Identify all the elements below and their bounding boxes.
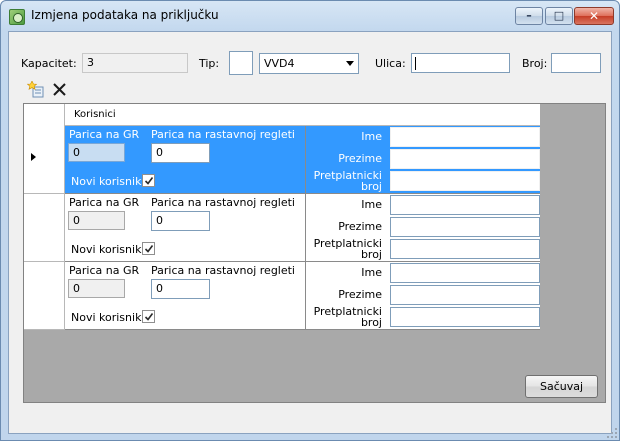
parica-rast-input[interactable]: 0 [151,211,210,231]
parica-panel: Parica na GR 0 Parica na rastavnoj regle… [65,194,305,261]
pretplatnicki-broj-input[interactable] [390,171,540,191]
novi-korisnik-label: Novi korisnik [71,175,142,188]
tip-color-box[interactable] [229,51,253,75]
parica-panel: Parica na GR 0 Parica na rastavnoj regle… [65,262,305,329]
row-header[interactable] [24,194,65,262]
table-row[interactable]: Parica na GR 0 Parica na rastavnoj regle… [24,262,540,330]
tip-label: Tip: [199,57,220,70]
parica-gr-label: Parica na GR [69,264,140,277]
prezime-label: Prezime [338,288,382,301]
prezime-label: Prezime [338,152,382,165]
ime-label: Ime [361,266,382,279]
save-button[interactable]: Sačuvaj [525,375,598,398]
korisnik-details-panel: Ime Prezime Pretplatnicki broj [305,126,540,193]
novi-korisnik-label: Novi korisnik [71,243,142,256]
parica-gr-label: Parica na GR [69,128,140,141]
broj-label: Broj: [522,57,548,70]
korisnik-details-panel: Ime Prezime Pretplatnicki broj [305,194,540,261]
delete-x-icon[interactable] [51,81,69,99]
ime-input[interactable] [390,263,540,283]
dialog-window: Izmjena podataka na priključku – □ ✕ Kap… [0,0,620,441]
prezime-input[interactable] [390,149,540,169]
ime-label: Ime [361,198,382,211]
ulica-label: Ulica: [375,57,406,70]
parica-rast-label: Parica na rastavnoj regleti [151,128,295,141]
pretplatnicki-broj-input[interactable] [390,307,540,327]
checkmark-icon [144,245,154,253]
table-row[interactable]: Parica na GR 0 Parica na rastavnoj regle… [24,194,540,262]
kapacitet-field: 3 [82,53,188,73]
ime-input[interactable] [390,127,540,147]
tip-combo[interactable]: VVD4 [259,53,359,74]
close-icon: ✕ [588,9,600,23]
chevron-down-icon [346,61,354,66]
add-row-icon[interactable] [26,80,45,99]
maximize-icon: □ [553,9,565,22]
pretplatnicki-label-line2: broj [360,316,382,329]
pretplatnicki-label-line2: broj [360,180,382,193]
prezime-input[interactable] [390,217,540,237]
row-header[interactable] [24,126,65,194]
ime-label: Ime [361,130,382,143]
prezime-input[interactable] [390,285,540,305]
pretplatnicki-label-line2: broj [360,248,382,261]
novi-korisnik-label: Novi korisnik [71,311,142,324]
grid-toolbar [15,79,605,103]
parica-gr-field: 0 [68,143,125,162]
parica-panel: Parica na GR 0 Parica na rastavnoj regle… [65,126,305,193]
ulica-input[interactable] [411,53,510,73]
korisnik-cell[interactable]: Parica na GR 0 Parica na rastavnoj regle… [65,126,540,194]
korisnik-cell[interactable]: Parica na GR 0 Parica na rastavnoj regle… [65,262,540,330]
row-header-corner[interactable] [24,104,65,126]
parica-gr-label: Parica na GR [69,196,140,209]
maximize-button[interactable]: □ [545,7,573,25]
tip-combo-value: VVD4 [264,57,295,70]
broj-input[interactable] [551,53,601,73]
parica-rast-label: Parica na rastavnoj regleti [151,196,295,209]
checkmark-icon [144,177,154,185]
grid-header-row: Korisnici [24,104,540,126]
window-title: Izmjena podataka na priključku [31,8,219,22]
app-icon [9,9,25,25]
kapacitet-label: Kapacitet: [21,57,77,70]
korisnici-grid[interactable]: Korisnici Parica na GR 0 Parica na rasta… [23,103,606,403]
parica-rast-label: Parica na rastavnoj regleti [151,264,295,277]
prezime-label: Prezime [338,220,382,233]
novi-korisnik-checkbox[interactable] [142,242,155,255]
title-bar[interactable]: Izmjena podataka na priključku – □ ✕ [1,1,619,31]
parica-rast-input[interactable]: 0 [151,143,210,163]
resize-grip-icon[interactable] [606,427,618,439]
checkmark-icon [144,313,154,321]
ime-input[interactable] [390,195,540,215]
pretplatnicki-label: Pretplatnicki broj [314,306,382,328]
parica-rast-input[interactable]: 0 [151,279,210,299]
korisnik-cell[interactable]: Parica na GR 0 Parica na rastavnoj regle… [65,194,540,262]
column-header-korisnici[interactable]: Korisnici [74,109,116,120]
current-row-arrow-icon [31,153,36,161]
minimize-button[interactable]: – [515,7,543,25]
pretplatnicki-label: Pretplatnicki broj [314,238,382,260]
parica-gr-field: 0 [68,211,125,230]
table-row[interactable]: Parica na GR 0 Parica na rastavnoj regle… [24,126,540,194]
minimize-icon: – [526,9,532,22]
row-header[interactable] [24,262,65,330]
parica-gr-field: 0 [68,279,125,298]
korisnik-details-panel: Ime Prezime Pretplatnicki broj [305,262,540,329]
close-button[interactable]: ✕ [574,7,614,25]
pretplatnicki-broj-input[interactable] [390,239,540,259]
pretplatnicki-label: Pretplatnicki broj [314,170,382,192]
text-caret [415,57,416,70]
novi-korisnik-checkbox[interactable] [142,174,155,187]
novi-korisnik-checkbox[interactable] [142,310,155,323]
